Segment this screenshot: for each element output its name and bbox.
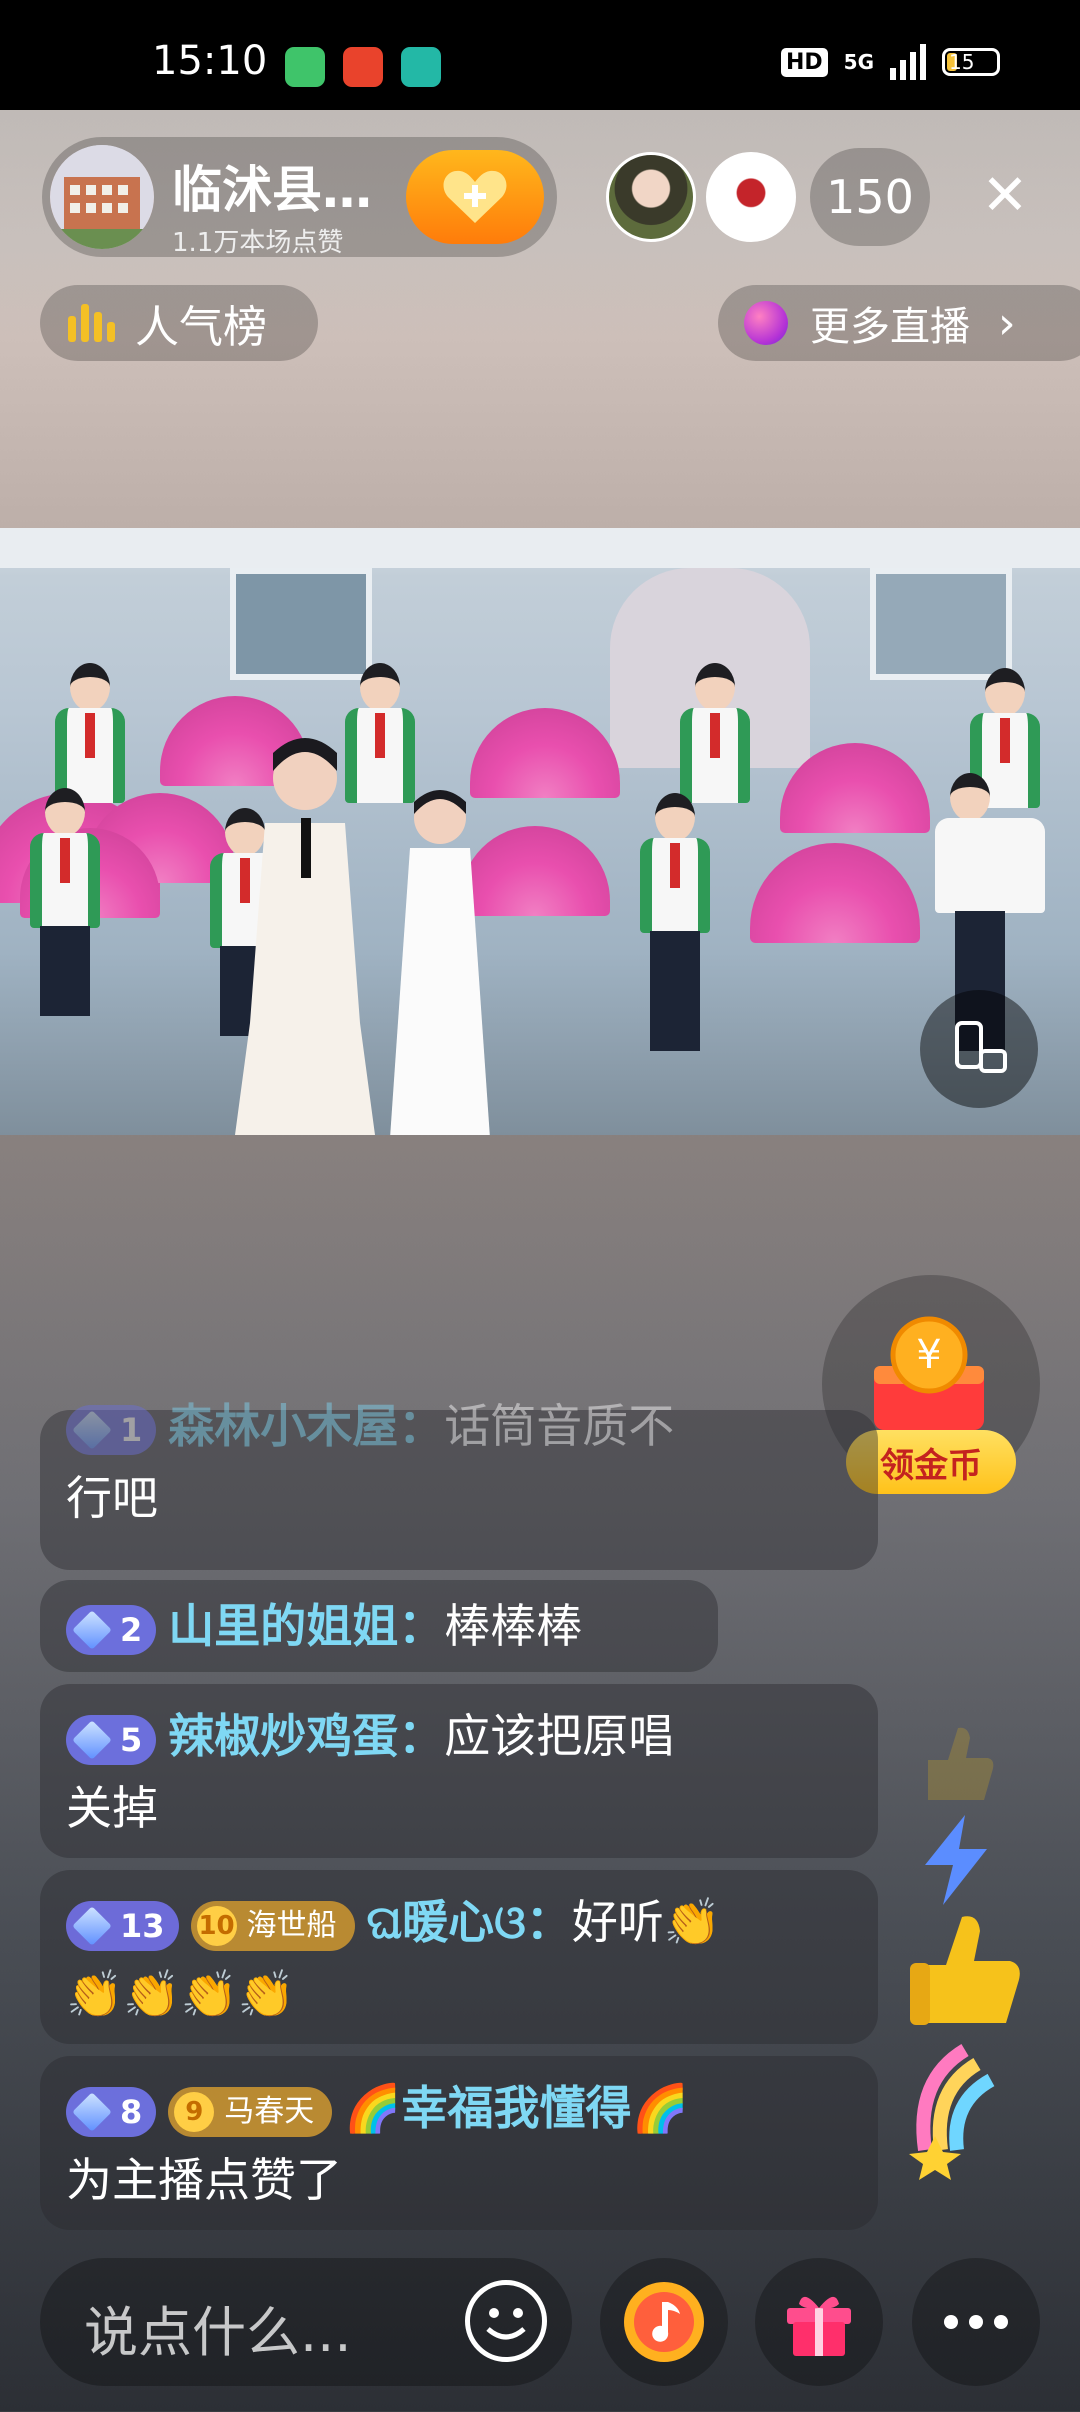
hd-icon: HD: [780, 47, 828, 77]
comment-input-placeholder[interactable]: 说点什么...: [84, 2288, 352, 2367]
comment-text: 👏👏👏👏: [66, 1967, 296, 2021]
fan-club-name: 海世船: [246, 1907, 337, 1943]
planet-icon: [744, 301, 788, 345]
heart-plus-icon: [443, 170, 507, 223]
comment-item[interactable]: 5 辣椒炒鸡蛋：应该把原唱 关掉: [40, 1684, 878, 1858]
user-level: 5: [120, 1720, 143, 1759]
comment-text: 话筒音质不: [444, 1399, 675, 1453]
more-options-button[interactable]: [912, 2258, 1040, 2386]
user-level: 1: [120, 1410, 143, 1449]
treasure-chest-icon: ¥: [874, 1316, 984, 1430]
fan-level: 10: [196, 1905, 237, 1946]
comment-item[interactable]: 13 10 海世船 ଘ暖心ଓ：好听👏 👏👏👏👏: [40, 1870, 878, 2044]
shop-app-icon: [343, 47, 383, 87]
comment-username[interactable]: 🌈幸福我懂得🌈: [344, 2081, 689, 2135]
battery-app-icon: [285, 47, 325, 87]
network-label: 5G: [843, 50, 874, 74]
user-level-badge: 5: [66, 1714, 157, 1765]
comment-text: 应该把原唱: [444, 1709, 675, 1763]
diamond-icon: [72, 2091, 112, 2132]
comment-username[interactable]: ଘ暖心ଓ：: [367, 1895, 572, 1949]
status-time: 15:10: [152, 38, 268, 84]
comment-text: 棒棒棒: [444, 1599, 583, 1653]
comment-username[interactable]: 辣椒炒鸡蛋：: [168, 1709, 444, 1763]
gift-button[interactable]: [755, 2258, 883, 2386]
comment-text: 关掉: [66, 1781, 158, 1835]
coin-symbol: ¥: [916, 1332, 941, 1378]
girl-in-white: [390, 790, 490, 1135]
gift-icon: [787, 2296, 851, 2356]
video-window: [870, 568, 1012, 680]
follow-button[interactable]: [406, 150, 544, 244]
close-icon[interactable]: ✕: [975, 163, 1035, 228]
signal-icon: [890, 44, 926, 80]
viewer-avatar[interactable]: [706, 152, 796, 242]
more-live-label: 更多直播: [810, 304, 970, 350]
comment-username[interactable]: 森林小木屋：: [168, 1399, 444, 1453]
user-level-badge: 13: [66, 1900, 179, 1951]
fan-club-badge: 9 马春天: [168, 2086, 333, 2137]
user-level-badge: 2: [66, 1604, 157, 1655]
pentagon-gem-icon: [72, 1905, 112, 1946]
rotate-screen-icon: [955, 1021, 1007, 1073]
diamond-icon: [72, 1609, 112, 1650]
comment-item[interactable]: 8 9 马春天 🌈幸福我懂得🌈 为主播点赞了: [40, 2056, 878, 2230]
thumbs-up-faded-icon: [928, 1727, 994, 1800]
user-level-badge: 8: [66, 2086, 157, 2137]
fan-club-name: 马春天: [224, 2093, 315, 2129]
comment-username[interactable]: 山里的姐姐：: [168, 1599, 444, 1653]
music-button[interactable]: [600, 2258, 728, 2386]
viewer-count[interactable]: 150: [810, 148, 930, 246]
video-backdrop-screen: [0, 528, 1080, 568]
fan-level: 9: [174, 2091, 215, 2132]
chevron-right-icon: ›: [998, 297, 1016, 349]
comment-text: 行吧: [66, 1471, 158, 1525]
fan-club-badge: 10 海世船: [190, 1900, 355, 1951]
singer-girl: [235, 738, 375, 1135]
diamond-icon: [72, 1409, 112, 1450]
more-icon: [944, 2315, 1008, 2329]
bar-chart-icon: [68, 304, 115, 342]
user-level: 13: [120, 1906, 165, 1945]
video-window: [230, 568, 372, 680]
thumbs-up-icon: [910, 1916, 1020, 2025]
comment-text: 为主播点赞了: [66, 2153, 342, 2207]
user-level: 8: [120, 2092, 143, 2131]
comment-text: 好听👏: [571, 1895, 722, 1949]
emoji-icon[interactable]: [465, 2280, 547, 2362]
comment-item[interactable]: 1 森林小木屋：话筒音质不 行吧: [40, 1399, 878, 1570]
anchor-avatar[interactable]: [50, 145, 154, 249]
popularity-rank-button[interactable]: 人气榜: [40, 285, 318, 361]
rainbow-star-icon: [909, 2043, 995, 2180]
music-note-icon: [624, 2282, 704, 2362]
status-indicators: HD 5G 15: [780, 44, 1000, 80]
screen-rotate-button[interactable]: [920, 990, 1038, 1108]
battery-icon: 15: [942, 48, 1000, 76]
anchor-likes: 1.1万本场点赞: [172, 228, 344, 258]
live-video[interactable]: [0, 528, 1080, 1135]
battery-level: 15: [949, 50, 975, 74]
viewer-avatar[interactable]: [606, 152, 696, 242]
comment-item[interactable]: 2 山里的姐姐：棒棒棒: [40, 1580, 718, 1672]
diamond-icon: [72, 1719, 112, 1760]
chat-app-icon: [401, 47, 441, 87]
more-live-button[interactable]: 更多直播 ›: [718, 285, 1080, 361]
rank-label: 人气榜: [135, 302, 267, 353]
status-bar: 15:10 HD 5G 15: [0, 0, 1080, 110]
lightning-icon: [925, 1815, 987, 1905]
user-level-badge: 1: [66, 1404, 157, 1455]
user-level: 2: [120, 1610, 143, 1649]
anchor-name[interactable]: 临沭县…: [172, 150, 372, 222]
pink-fan: [750, 843, 920, 943]
